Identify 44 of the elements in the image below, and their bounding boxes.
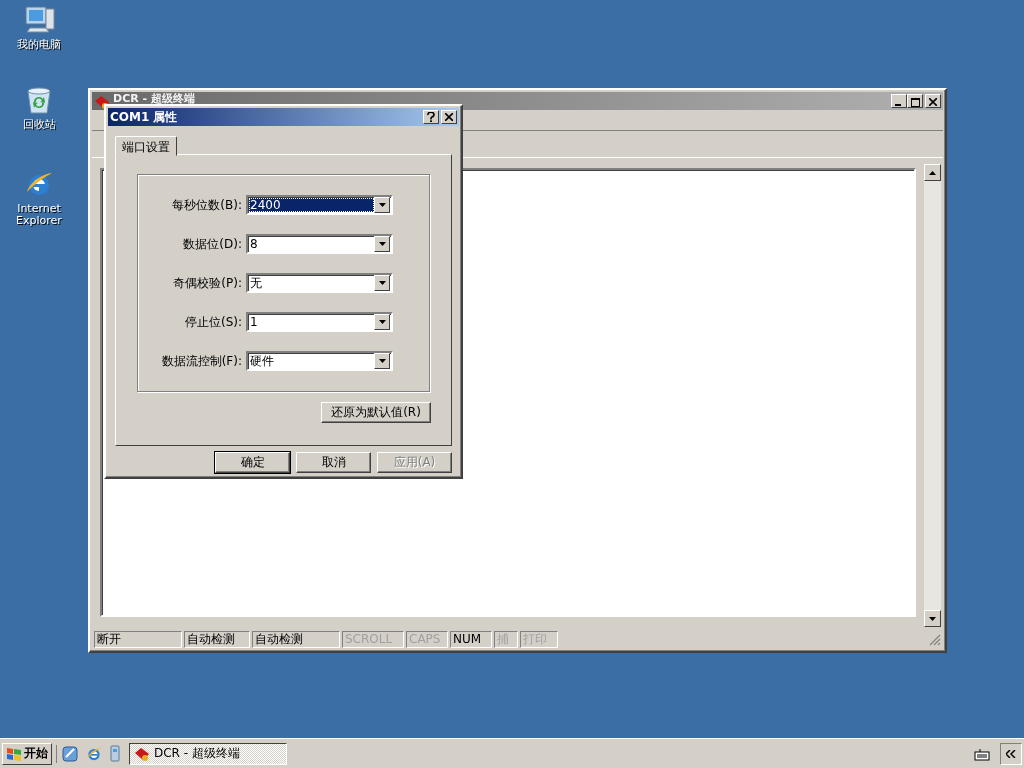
dialog-button[interactable]: 确定: [215, 452, 290, 473]
dropdown[interactable]: 1: [246, 312, 393, 332]
dropdown[interactable]: 硬件: [246, 351, 393, 371]
restore-defaults-button[interactable]: 还原为默认值(R): [321, 402, 431, 423]
close-icon: [929, 98, 937, 106]
dropdown-value: 无: [249, 276, 263, 290]
help-icon: [427, 112, 435, 122]
status-indicator: 断开: [94, 630, 182, 648]
dropdown-value: 硬件: [249, 354, 275, 368]
dropdown-value: 2400: [249, 198, 374, 212]
field-label: 数据流控制(F):: [160, 352, 243, 370]
status-indicator: 自动检测: [252, 630, 340, 648]
close-button[interactable]: [441, 110, 457, 124]
scroll-up-icon[interactable]: [929, 170, 936, 175]
dropdown-value: 8: [249, 237, 259, 251]
desktop-icon-label[interactable]: 回收站: [22, 119, 56, 131]
dropdown-value: 1: [249, 315, 259, 329]
dialog-title: COM1 属性: [110, 108, 179, 126]
double-chevron-icon: [1006, 749, 1016, 758]
field-label: 停止位(S):: [183, 313, 243, 331]
status-indicator: 自动检测: [184, 630, 250, 648]
taskbar-button[interactable]: DCR - 超级终端: [129, 742, 287, 765]
keyboard-icon[interactable]: [974, 746, 990, 761]
dropdown[interactable]: 2400: [246, 195, 393, 215]
dropdown[interactable]: 8: [246, 234, 393, 254]
field-label: 奇偶校验(P):: [172, 274, 243, 292]
tab[interactable]: 端口设置: [115, 136, 177, 156]
expand-tray-button[interactable]: [1000, 742, 1022, 765]
windows-flag-icon: [6, 745, 22, 762]
status-indicator: NUM: [450, 630, 492, 648]
close-icon: [445, 113, 453, 121]
help-button[interactable]: [423, 110, 439, 124]
maximize-icon: [910, 97, 920, 107]
dropdown[interactable]: 无: [246, 273, 393, 293]
scroll-down-icon[interactable]: [929, 616, 936, 621]
desktop-icon-label[interactable]: 我的电脑: [17, 39, 61, 51]
resize-grip-icon[interactable]: [927, 632, 941, 646]
start-button[interactable]: 开始: [2, 742, 52, 765]
vertical-scrollbar[interactable]: [924, 164, 941, 627]
field-label: 数据位(D):: [182, 235, 243, 253]
dialog-button[interactable]: 取消: [296, 452, 371, 473]
field-label: 每秒位数(B):: [171, 196, 243, 214]
window-title: DCR - 超级终端: [113, 92, 196, 105]
desktop-icon-label[interactable]: Internet Explorer: [4, 203, 74, 227]
